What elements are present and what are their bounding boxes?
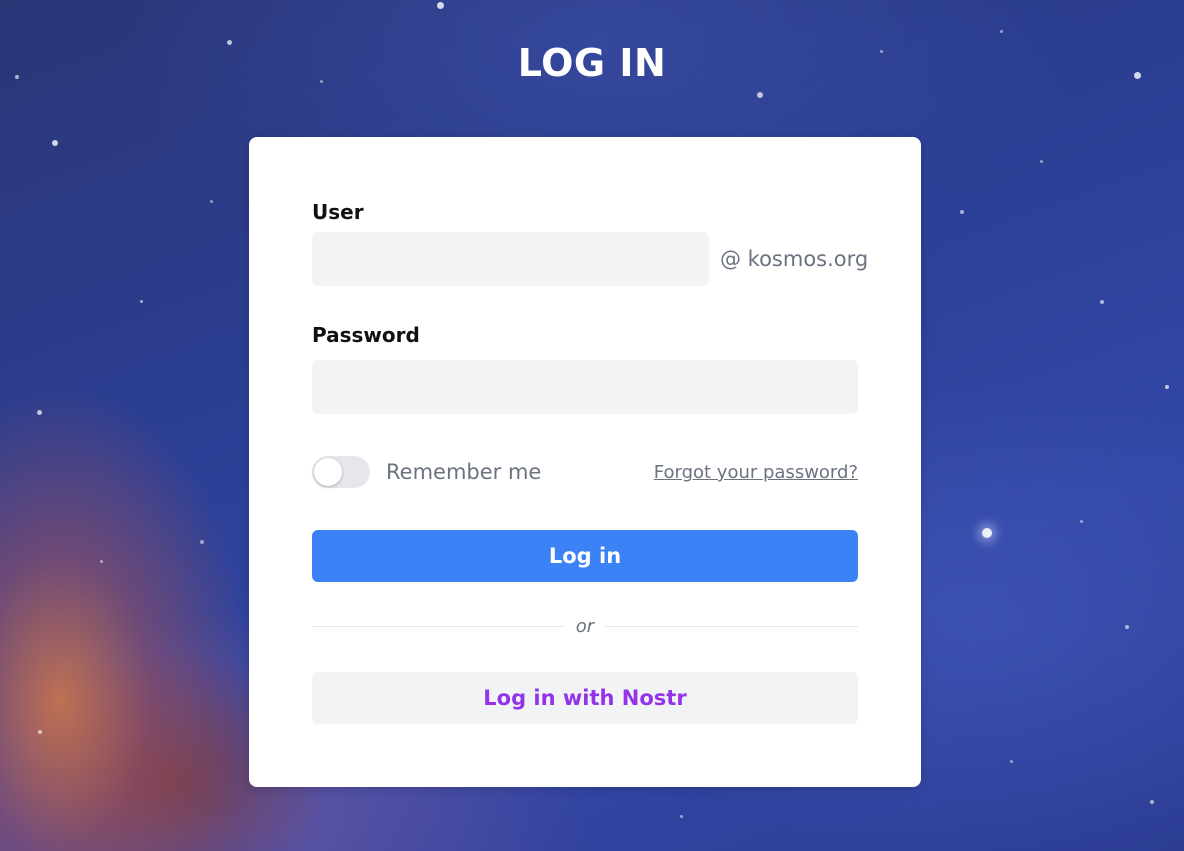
star (1100, 300, 1104, 304)
star (1010, 760, 1013, 763)
star (140, 300, 143, 303)
remember-me-toggle[interactable] (312, 456, 370, 488)
toggle-knob-icon (314, 458, 342, 486)
login-button[interactable]: Log in (312, 530, 858, 582)
user-input[interactable] (312, 232, 709, 286)
star (960, 210, 964, 214)
star (757, 92, 763, 98)
star (680, 815, 683, 818)
remember-me-label[interactable]: Remember me (386, 458, 541, 486)
star (1040, 160, 1043, 163)
password-input[interactable] (312, 360, 858, 414)
star (437, 2, 444, 9)
star (37, 410, 42, 415)
star (210, 200, 213, 203)
or-divider: or (312, 615, 858, 639)
login-form-card: User @ kosmos.org Password Remember me F… (249, 137, 921, 787)
star (1000, 30, 1003, 33)
star (1080, 520, 1083, 523)
user-label: User (312, 200, 364, 224)
page-title: LOG IN (517, 41, 667, 85)
login-page: LOG IN User @ kosmos.org Password Rememb… (0, 0, 1184, 851)
star (982, 528, 992, 538)
star (100, 560, 103, 563)
password-label: Password (312, 323, 420, 347)
star (1125, 625, 1129, 629)
star (52, 140, 58, 146)
star (1165, 385, 1169, 389)
divider-text: or (575, 616, 595, 637)
forgot-password-link[interactable]: Forgot your password? (654, 460, 858, 486)
star (1150, 800, 1154, 804)
divider-line-right (605, 626, 858, 627)
domain-suffix: @ kosmos.org (720, 247, 869, 271)
star (38, 730, 42, 734)
nostr-login-button[interactable]: Log in with Nostr (312, 672, 858, 724)
star (200, 540, 204, 544)
